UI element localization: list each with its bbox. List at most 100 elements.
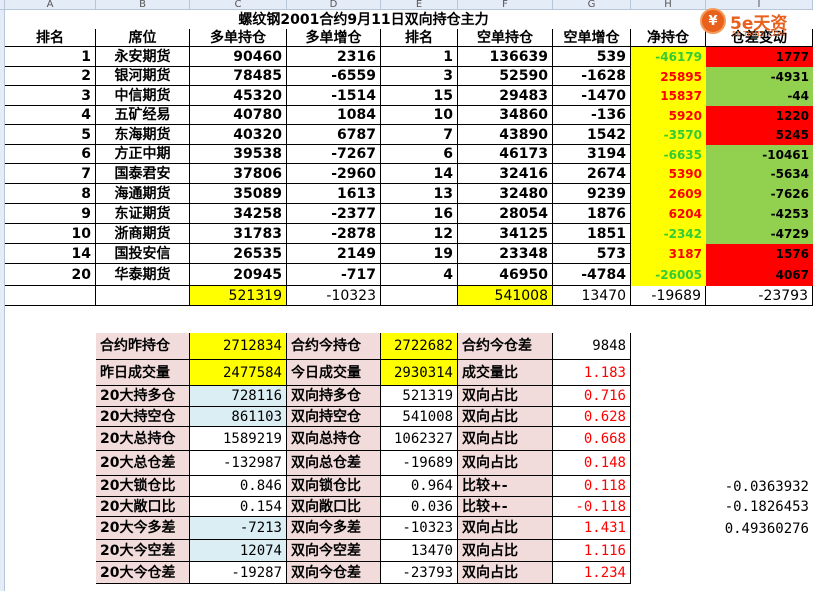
table-cell[interactable]: 6787	[287, 125, 381, 145]
table-cell[interactable]: 1613	[287, 184, 381, 204]
stats-cell[interactable]: 双向持空仓	[287, 407, 381, 427]
table-cell[interactable]: 1851	[553, 224, 631, 244]
column-header-h[interactable]: H	[631, 0, 706, 10]
table-cell[interactable]: 43890	[458, 125, 553, 145]
table-cell[interactable]: -5634	[706, 164, 813, 184]
table-cell[interactable]: 25895	[631, 67, 706, 86]
total-cell[interactable]: 541008	[458, 286, 553, 306]
stats-cell[interactable]: 双向敞口比	[287, 497, 381, 517]
table-cell[interactable]: 6204	[631, 204, 706, 224]
stats-cell[interactable]: 0.148	[553, 451, 631, 476]
table-cell[interactable]: -6559	[287, 67, 381, 86]
stats-cell[interactable]: 20大锁仓比	[96, 476, 190, 497]
stats-cell[interactable]: 0.716	[553, 386, 631, 407]
stats-cell[interactable]: -19689	[381, 451, 458, 476]
stats-cell[interactable]: 双向今多差	[287, 517, 381, 540]
side-value[interactable]: -0.1826453	[706, 497, 813, 517]
stats-cell[interactable]: 9848	[553, 333, 631, 360]
table-cell[interactable]: 9239	[553, 184, 631, 204]
table-cell[interactable]: 32416	[458, 164, 553, 184]
table-cell[interactable]: -4253	[706, 204, 813, 224]
table-cell[interactable]: -44	[706, 86, 813, 106]
stats-cell[interactable]: 双向持多仓	[287, 386, 381, 407]
header-cell[interactable]: 空单增仓	[553, 29, 631, 47]
stats-cell[interactable]: 0.036	[381, 497, 458, 517]
stats-cell[interactable]: 20大持空仓	[96, 407, 190, 427]
table-cell[interactable]: 1	[381, 47, 458, 67]
stats-cell[interactable]: -7213	[190, 517, 287, 540]
table-cell[interactable]: 16	[381, 204, 458, 224]
table-cell[interactable]: 573	[553, 244, 631, 264]
table-cell[interactable]: 1576	[706, 244, 813, 264]
stats-cell[interactable]: 1.431	[553, 517, 631, 540]
stats-cell[interactable]: 861103	[190, 407, 287, 427]
stats-cell[interactable]: 20大敞口比	[96, 497, 190, 517]
table-cell[interactable]: 28054	[458, 204, 553, 224]
stats-cell[interactable]: -23793	[381, 562, 458, 584]
table-cell[interactable]: 10	[5, 224, 96, 244]
table-cell[interactable]	[381, 286, 458, 306]
stats-cell[interactable]: 双向占比	[458, 562, 553, 584]
column-header-g[interactable]: G	[553, 0, 631, 10]
table-cell[interactable]: -6635	[631, 145, 706, 164]
table-cell[interactable]: 20945	[190, 264, 287, 286]
stats-cell[interactable]: -19287	[190, 562, 287, 584]
table-cell[interactable]: 7	[5, 164, 96, 184]
table-cell[interactable]: -26005	[631, 264, 706, 286]
table-cell[interactable]: 40320	[190, 125, 287, 145]
table-cell[interactable]: 20	[5, 264, 96, 286]
total-cell[interactable]: -23793	[706, 286, 813, 306]
stats-cell[interactable]: 双向总持仓	[287, 427, 381, 451]
header-cell[interactable]: 排名	[381, 29, 458, 47]
stats-cell[interactable]: 双向占比	[458, 517, 553, 540]
stats-cell[interactable]: -10323	[381, 517, 458, 540]
side-value[interactable]: 0.49360276	[706, 517, 813, 540]
table-cell[interactable]: 46950	[458, 264, 553, 286]
table-cell[interactable]: 34125	[458, 224, 553, 244]
stats-cell[interactable]: 比较+-	[458, 497, 553, 517]
sheet-title[interactable]: 螺纹钢2001合约9月11日双向持仓主力	[96, 10, 631, 29]
table-cell[interactable]: 5	[5, 125, 96, 145]
table-cell[interactable]: -10461	[706, 145, 813, 164]
table-cell[interactable]: -2342	[631, 224, 706, 244]
table-cell[interactable]: 2609	[631, 184, 706, 204]
table-cell[interactable]: 34860	[458, 106, 553, 125]
table-cell[interactable]: 13	[381, 184, 458, 204]
table-cell[interactable]: 8	[5, 184, 96, 204]
table-cell[interactable]: 7	[381, 125, 458, 145]
table-cell[interactable]: -4784	[553, 264, 631, 286]
column-header-f[interactable]: F	[458, 0, 553, 10]
table-cell[interactable]: 五矿经易	[96, 106, 190, 125]
table-cell[interactable]: -1470	[553, 86, 631, 106]
stats-cell[interactable]: 合约昨持仓	[96, 333, 190, 360]
table-cell[interactable]: 14	[381, 164, 458, 184]
table-cell[interactable]: 浙商期货	[96, 224, 190, 244]
table-cell[interactable]: 3194	[553, 145, 631, 164]
table-cell[interactable]: 海通期货	[96, 184, 190, 204]
stats-cell[interactable]: 合约今仓差	[458, 333, 553, 360]
column-header-d[interactable]: D	[287, 0, 381, 10]
stats-cell[interactable]: 1.234	[553, 562, 631, 584]
stats-cell[interactable]: 双向总仓差	[287, 451, 381, 476]
stats-cell[interactable]: 2722682	[381, 333, 458, 360]
table-cell[interactable]: 23348	[458, 244, 553, 264]
table-cell[interactable]: 14	[5, 244, 96, 264]
stats-cell[interactable]: 20大总仓差	[96, 451, 190, 476]
stats-cell[interactable]: 双向占比	[458, 407, 553, 427]
table-cell[interactable]: 90460	[190, 47, 287, 67]
stats-cell[interactable]: 12074	[190, 540, 287, 562]
stats-cell[interactable]: 双向占比	[458, 427, 553, 451]
stats-cell[interactable]: 1.116	[553, 540, 631, 562]
table-cell[interactable]: 4	[381, 264, 458, 286]
total-cell[interactable]: 13470	[553, 286, 631, 306]
table-cell[interactable]: 1084	[287, 106, 381, 125]
stats-cell[interactable]: 1.183	[553, 360, 631, 386]
stats-cell[interactable]: 20大今多差	[96, 517, 190, 540]
stats-cell[interactable]: 2477584	[190, 360, 287, 386]
table-cell[interactable]: 39538	[190, 145, 287, 164]
table-cell[interactable]: 1220	[706, 106, 813, 125]
table-cell[interactable]: 2149	[287, 244, 381, 264]
stats-cell[interactable]: 20大今空差	[96, 540, 190, 562]
stats-cell[interactable]: 双向占比	[458, 451, 553, 476]
table-cell[interactable]: 52590	[458, 67, 553, 86]
